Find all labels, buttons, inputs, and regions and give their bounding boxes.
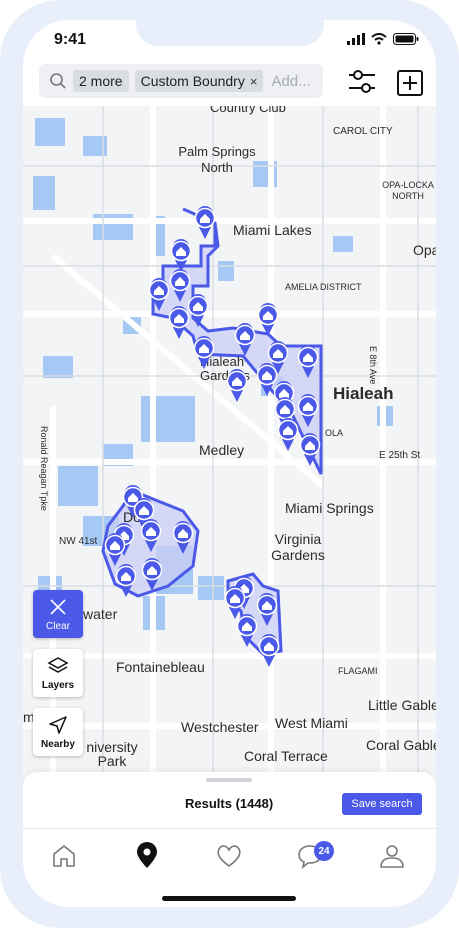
navigation-arrow-icon <box>49 715 67 734</box>
home-marker-icon[interactable] <box>234 322 256 357</box>
heart-icon[interactable] <box>214 841 244 871</box>
home-marker-icon[interactable] <box>140 518 162 553</box>
search-icon <box>50 73 66 89</box>
home-marker-icon[interactable] <box>169 268 191 303</box>
filter-chip-more[interactable]: 2 more <box>73 70 129 92</box>
status-time: 9:41 <box>54 31 87 48</box>
home-marker-icon[interactable] <box>256 362 278 397</box>
tab-bar: 24 <box>23 828 436 889</box>
filter-chip-custom-boundary[interactable]: Custom Boundry × <box>134 70 264 92</box>
home-indicator <box>162 896 296 901</box>
marker-group-doral <box>104 484 194 598</box>
layers-button[interactable]: Layers <box>33 649 83 697</box>
home-marker-icon[interactable] <box>257 302 279 337</box>
cellular-signal-icon <box>347 33 365 45</box>
marker-group-north <box>148 205 321 467</box>
home-marker-icon[interactable] <box>236 613 258 648</box>
layers-label: Layers <box>41 679 75 691</box>
home-marker-icon[interactable] <box>224 585 246 620</box>
save-search-button[interactable]: Save search <box>342 793 422 815</box>
home-marker-icon[interactable] <box>299 432 321 467</box>
nearby-button[interactable]: Nearby <box>33 708 83 756</box>
messages-badge: 24 <box>314 841 334 861</box>
home-marker-icon[interactable] <box>187 293 209 328</box>
wifi-icon <box>371 33 387 45</box>
map-view[interactable]: Country Club CAROL CITY Palm Springs Nor… <box>23 106 436 786</box>
home-marker-icon[interactable] <box>226 368 248 403</box>
home-marker-icon[interactable] <box>168 305 190 340</box>
home-marker-icon[interactable] <box>256 592 278 627</box>
notch <box>136 20 324 46</box>
home-icon[interactable] <box>49 841 79 871</box>
chip-more-label: 2 more <box>79 73 123 89</box>
home-marker-icon[interactable] <box>277 417 299 452</box>
home-marker-icon[interactable] <box>193 335 215 370</box>
clear-button[interactable]: Clear <box>33 590 83 638</box>
search-input[interactable]: Add... <box>271 73 321 90</box>
home-marker-icon[interactable] <box>172 520 194 555</box>
nearby-label: Nearby <box>41 738 75 750</box>
property-markers <box>104 205 321 668</box>
profile-icon[interactable] <box>377 841 407 871</box>
home-marker-icon[interactable] <box>297 344 319 379</box>
home-marker-icon[interactable] <box>297 393 319 428</box>
layers-icon <box>47 656 69 673</box>
clear-label: Clear <box>46 620 70 632</box>
screen: 9:41 2 more Custom Boundry × Add... Coun… <box>23 20 436 907</box>
home-marker-icon[interactable] <box>258 633 280 668</box>
phone-frame: 9:41 2 more Custom Boundry × Add... Coun… <box>0 0 459 928</box>
marker-group-south <box>224 575 280 668</box>
home-marker-icon[interactable] <box>194 205 216 240</box>
battery-icon <box>393 33 419 45</box>
sheet-drag-handle[interactable] <box>206 778 252 782</box>
home-marker-icon[interactable] <box>141 557 163 592</box>
home-marker-icon[interactable] <box>104 532 126 567</box>
search-bar[interactable]: 2 more Custom Boundry × Add... <box>39 64 323 98</box>
home-marker-icon[interactable] <box>170 238 192 273</box>
chip-custom-label: Custom Boundry <box>140 73 245 89</box>
results-sheet[interactable]: Results (1448) Save search <box>23 772 436 832</box>
home-marker-icon[interactable] <box>148 277 170 312</box>
status-icons <box>347 33 419 45</box>
close-icon <box>50 598 66 615</box>
home-marker-icon[interactable] <box>115 563 137 598</box>
add-icon[interactable] <box>397 70 423 96</box>
map-pin-icon[interactable] <box>132 841 162 871</box>
filter-sliders-icon[interactable] <box>347 68 377 96</box>
chip-close-icon[interactable]: × <box>250 74 258 89</box>
results-count: Results (1448) <box>185 796 274 811</box>
